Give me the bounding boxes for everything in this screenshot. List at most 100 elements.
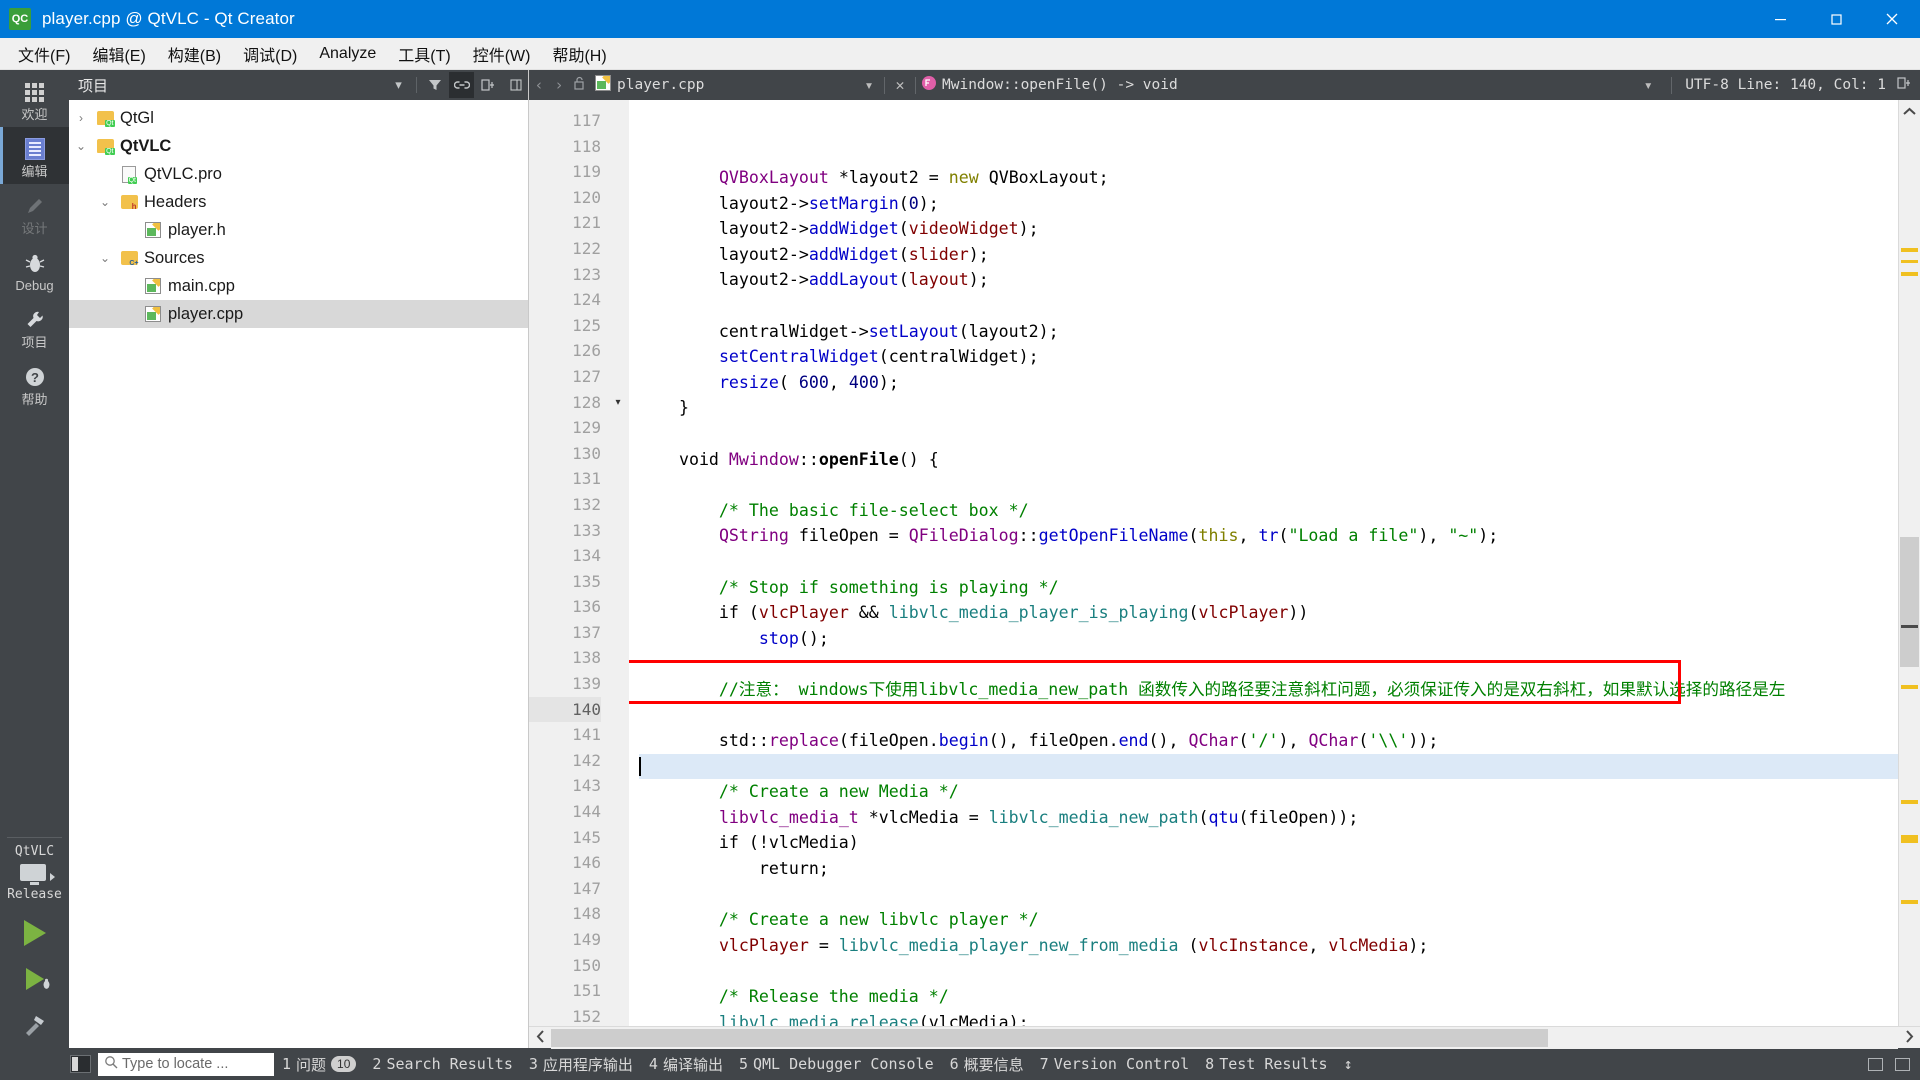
code-line[interactable]: vlcPlayer = libvlc_media_player_new_from… [639, 933, 1898, 959]
chevron-right-icon[interactable]: › [69, 111, 93, 125]
menu-window[interactable]: 控件(W) [462, 38, 542, 70]
code-line[interactable]: if (vlcPlayer && libvlc_media_player_is_… [639, 600, 1898, 626]
target-selector-icon[interactable] [20, 864, 50, 886]
menu-build[interactable]: 构建(B) [157, 38, 232, 70]
split-editor-icon[interactable] [1894, 76, 1914, 94]
code-line[interactable]: std::replace(fileOpen.begin(), fileOpen.… [639, 728, 1898, 754]
scroll-left-arrow[interactable] [529, 1030, 551, 1046]
link-with-editor-icon[interactable] [449, 72, 474, 98]
chevron-down-icon[interactable]: ⌄ [69, 139, 93, 153]
file-dropdown-icon[interactable]: ▾ [859, 76, 879, 94]
tree-item-player-cpp[interactable]: player.cpp [69, 300, 528, 328]
code-line[interactable] [639, 549, 1898, 575]
code-line[interactable]: layout2->addWidget(videoWidget); [639, 216, 1898, 242]
code-line[interactable]: /* Stop if something is playing */ [639, 575, 1898, 601]
sidebar-toggle-icon[interactable] [70, 1055, 91, 1073]
tree-item-main-cpp[interactable]: main.cpp [69, 272, 528, 300]
output-maximize-icon[interactable] [1895, 1058, 1910, 1071]
build-button[interactable] [0, 1002, 69, 1048]
output-pane-issues[interactable]: 1 问题 10 [274, 1054, 364, 1075]
tree-item-player-h[interactable]: player.h [69, 216, 528, 244]
scrollbar-track[interactable] [551, 1027, 1898, 1049]
menu-debug[interactable]: 调试(D) [232, 38, 308, 70]
run-button[interactable] [0, 910, 69, 956]
output-pane-compile-output[interactable]: 4 编译输出 [641, 1054, 731, 1075]
code-line[interactable] [639, 702, 1898, 728]
output-pane-test-results[interactable]: 8 Test Results [1197, 1055, 1335, 1073]
code-line[interactable]: return; [639, 856, 1898, 882]
code-line[interactable]: stop(); [639, 626, 1898, 652]
code-line[interactable]: libvlc_media_t *vlcMedia = libvlc_media_… [639, 805, 1898, 831]
menu-tools[interactable]: 工具(T) [387, 38, 461, 70]
code-line[interactable]: layout2->setMargin(0); [639, 191, 1898, 217]
menu-file[interactable]: 文件(F) [7, 38, 81, 70]
code-line[interactable] [639, 754, 1898, 780]
code-line[interactable] [639, 293, 1898, 319]
project-tree[interactable]: › QtGl ⌄ QtVLC QtVLC.pro ⌄ Headers playe… [69, 100, 528, 1048]
maximize-button[interactable] [1808, 0, 1864, 38]
locator-input[interactable]: Type to locate ... [98, 1053, 274, 1076]
mode-debug[interactable]: Debug [0, 241, 69, 298]
code-line[interactable] [639, 472, 1898, 498]
output-pane-general-messages[interactable]: 6 概要信息 [942, 1054, 1032, 1075]
menu-help[interactable]: 帮助(H) [541, 38, 617, 70]
unlocked-icon[interactable] [569, 76, 589, 94]
output-pane-application-output[interactable]: 3 应用程序输出 [521, 1054, 641, 1075]
menu-analyze[interactable]: Analyze [308, 41, 387, 67]
code-line[interactable] [639, 421, 1898, 447]
code-line[interactable]: resize( 600, 400); [639, 370, 1898, 396]
code-line[interactable]: QVBoxLayout *layout2 = new QVBoxLayout; [639, 165, 1898, 191]
progress-details-icon[interactable] [1868, 1058, 1883, 1071]
output-pane-qml-debugger-console[interactable]: 5 QML Debugger Console [731, 1055, 942, 1073]
project-view-dropdown-icon[interactable]: ▾ [386, 72, 411, 98]
code-line[interactable] [639, 882, 1898, 908]
close-document-icon[interactable]: ✕ [890, 76, 910, 94]
code-line[interactable]: /* Release the media */ [639, 984, 1898, 1010]
encoding-line-col-label[interactable]: UTF-8 Line: 140, Col: 1 [1685, 77, 1886, 93]
code-line[interactable]: //注意： windows下使用libvlc_media_new_path 函数… [639, 677, 1898, 703]
fold-column[interactable]: ▾ [607, 100, 629, 1026]
build-configuration-label[interactable]: Release [7, 887, 62, 902]
code-line[interactable]: setCentralWidget(centralWidget); [639, 344, 1898, 370]
code-line[interactable] [639, 651, 1898, 677]
tree-item-sources[interactable]: ⌄ Sources [69, 244, 528, 272]
start-debugging-button[interactable] [0, 956, 69, 1002]
code-line[interactable]: libvlc_media_release(vlcMedia); [639, 1010, 1898, 1026]
mode-projects[interactable]: 项目 [0, 298, 69, 355]
mode-edit[interactable]: 编辑 [0, 127, 69, 184]
code-line[interactable] [639, 958, 1898, 984]
close-panel-icon[interactable] [503, 72, 528, 98]
close-button[interactable] [1864, 0, 1920, 38]
chevron-down-icon[interactable]: ⌄ [93, 195, 117, 209]
code-line[interactable]: if (!vlcMedia) [639, 830, 1898, 856]
output-pane-search-results[interactable]: 2 Search Results [364, 1055, 520, 1073]
code-line[interactable]: /* Create a new libvlc player */ [639, 907, 1898, 933]
code-line[interactable]: QString fileOpen = QFileDialog::getOpenF… [639, 523, 1898, 549]
scrollbar-thumb[interactable] [1900, 537, 1919, 667]
code-line[interactable]: centralWidget->setLayout(layout2); [639, 319, 1898, 345]
code-line[interactable]: layout2->addLayout(layout); [639, 267, 1898, 293]
code-line[interactable]: layout2->addWidget(slider); [639, 242, 1898, 268]
scroll-right-arrow[interactable] [1898, 1030, 1920, 1046]
output-pane-updown-icon[interactable]: ↕ [1336, 1055, 1361, 1073]
tree-item-headers[interactable]: ⌄ Headers [69, 188, 528, 216]
scroll-up-arrow[interactable] [1899, 100, 1920, 122]
open-file-selector[interactable]: player.cpp [589, 75, 859, 95]
mode-welcome[interactable]: 欢迎 [0, 70, 69, 127]
minimize-button[interactable] [1752, 0, 1808, 38]
navigate-back-button[interactable]: ‹ [529, 76, 549, 94]
tree-item-qtgl[interactable]: › QtGl [69, 104, 528, 132]
code-text-area[interactable]: QVBoxLayout *layout2 = new QVBoxLayout; … [629, 100, 1898, 1026]
symbol-dropdown-icon[interactable]: ▾ [1638, 76, 1658, 94]
horizontal-scrollbar[interactable] [529, 1026, 1920, 1048]
chevron-down-icon[interactable]: ⌄ [93, 251, 117, 265]
code-line[interactable]: void Mwindow::openFile() { [639, 447, 1898, 473]
tree-item-qtvlc-pro[interactable]: QtVLC.pro [69, 160, 528, 188]
fold-marker[interactable]: ▾ [607, 390, 629, 416]
split-editor-icon[interactable] [476, 72, 501, 98]
output-pane-version-control[interactable]: 7 Version Control [1032, 1055, 1198, 1073]
code-line[interactable]: } [639, 395, 1898, 421]
code-line[interactable]: /* The basic file-select box */ [639, 498, 1898, 524]
menu-edit[interactable]: 编辑(E) [81, 38, 156, 70]
symbol-selector[interactable]: Mwindow::openFile() -> void [921, 75, 1178, 95]
